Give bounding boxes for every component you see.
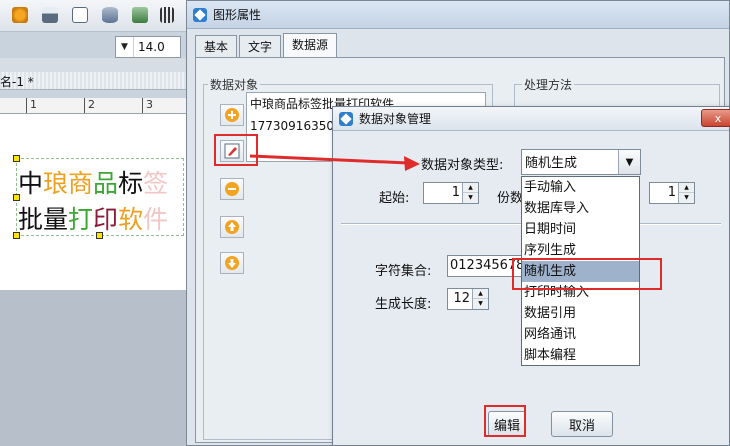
dropdown-option[interactable]: 网络通讯 <box>522 324 639 345</box>
label-text-line-1[interactable]: 中琅商品标签 <box>18 164 168 200</box>
ruler-number: 1 <box>30 98 37 111</box>
tab-basic[interactable]: 基本 <box>195 35 238 57</box>
spin-up-icon[interactable]: ▲ <box>473 289 488 299</box>
dialog-title: 图形属性 <box>213 8 262 22</box>
dropdown-option[interactable]: 数据引用 <box>522 303 639 324</box>
tab-text[interactable]: 文字 <box>239 35 282 57</box>
annotation-arrow <box>249 154 420 171</box>
start-label: 起始: <box>379 191 410 206</box>
db-settings-icon[interactable] <box>132 7 148 23</box>
label-char: 商 <box>68 169 94 198</box>
manager-titlebar[interactable]: 数据对象管理 x <box>333 107 730 131</box>
label-text-line-2[interactable]: 批量打印软件 <box>18 200 168 236</box>
dropdown-option[interactable]: 手动输入 <box>522 177 639 198</box>
length-label: 生成长度: <box>375 297 432 312</box>
start-value: 1 <box>451 185 460 200</box>
grid-icon[interactable] <box>160 7 174 23</box>
close-icon: x <box>714 111 722 125</box>
remove-button[interactable] <box>220 178 244 200</box>
cancel-button-label: 取消 <box>568 418 595 434</box>
move-down-button[interactable] <box>220 252 244 274</box>
toolbar-band <box>0 58 186 72</box>
resize-handle[interactable] <box>13 194 20 201</box>
spin-down-icon[interactable]: ▼ <box>473 299 488 309</box>
stepper-buttons[interactable]: ▲ ▼ <box>678 183 694 203</box>
minus-icon <box>225 182 239 196</box>
charset-label: 字符集合: <box>375 264 432 279</box>
dropdown-option[interactable]: 数据库导入 <box>522 198 639 219</box>
dropdown-option[interactable]: 脚本编程 <box>522 345 639 366</box>
arrow-up-icon <box>225 220 239 234</box>
type-label: 数据对象类型: <box>421 158 504 173</box>
highlight-edit-confirm <box>484 405 526 437</box>
stepper-buttons[interactable]: ▲ ▼ <box>472 289 488 309</box>
type-select[interactable]: 随机生成 ▼ <box>521 149 641 175</box>
label-char: 中 <box>18 169 44 198</box>
print-icon[interactable] <box>42 7 58 23</box>
label-char: 品 <box>93 169 119 198</box>
move-up-button[interactable] <box>220 216 244 238</box>
label-char: 量 <box>43 205 69 234</box>
canvas-background <box>0 290 186 446</box>
manager-title: 数据对象管理 <box>359 112 432 126</box>
app-icon <box>339 111 353 126</box>
arrow-down-icon <box>225 256 239 270</box>
plus-icon <box>225 108 239 122</box>
stepper-buttons[interactable]: ▲ ▼ <box>462 183 478 203</box>
ruler-number: 3 <box>146 98 153 111</box>
chevron-down-icon[interactable]: ▼ <box>116 37 134 57</box>
zoom-select[interactable]: ▼ 14.0 <box>115 36 181 58</box>
spin-up-icon[interactable]: ▲ <box>679 183 694 193</box>
spin-up-icon[interactable]: ▲ <box>463 183 478 193</box>
preview-icon[interactable] <box>72 7 88 23</box>
type-select-value: 随机生成 <box>525 156 578 171</box>
app-icon <box>193 7 207 22</box>
gear-icon[interactable] <box>12 7 28 23</box>
start-stepper[interactable]: 1 ▲ ▼ <box>423 182 479 204</box>
highlight-random-option <box>512 258 662 290</box>
copies-value: 1 <box>667 185 676 200</box>
ruler: 1 2 3 <box>0 98 186 114</box>
tab-datasource[interactable]: 数据源 <box>283 33 338 57</box>
ruler-mark <box>26 98 27 113</box>
spin-down-icon[interactable]: ▼ <box>463 193 478 203</box>
label-char: 打 <box>68 205 94 234</box>
dropdown-option[interactable]: 日期时间 <box>522 219 639 240</box>
cancel-button[interactable]: 取消 <box>551 411 613 437</box>
label-char: 签 <box>143 169 169 198</box>
data-object-label: 数据对象 <box>208 76 261 93</box>
resize-handle[interactable] <box>96 232 103 239</box>
label-char: 标 <box>118 169 144 198</box>
copies-label: 份数 <box>497 191 524 206</box>
resize-handle[interactable] <box>13 232 20 239</box>
spin-down-icon[interactable]: ▼ <box>679 193 694 203</box>
label-char: 琅 <box>43 169 69 198</box>
label-char: 印 <box>93 205 119 234</box>
zoom-value: 14.0 <box>138 40 165 54</box>
ruler-mark <box>142 98 143 113</box>
database-icon[interactable] <box>102 7 118 23</box>
dialog-titlebar[interactable]: 图形属性 <box>187 1 729 29</box>
ruler-mark <box>84 98 85 113</box>
document-tab[interactable]: 名-1 * <box>0 72 186 90</box>
ruler-number: 2 <box>88 98 95 111</box>
close-button[interactable]: x <box>701 109 730 127</box>
tab-bar: 基本 文字 数据源 <box>195 33 339 57</box>
length-stepper[interactable]: 12 ▲ ▼ <box>447 288 489 310</box>
length-value: 12 <box>453 291 470 306</box>
resize-handle[interactable] <box>13 155 20 162</box>
process-label: 处理方法 <box>522 76 575 93</box>
chevron-down-icon[interactable]: ▼ <box>618 150 640 174</box>
add-button[interactable] <box>220 104 244 126</box>
label-char: 批 <box>18 205 44 234</box>
label-char: 软 <box>118 205 144 234</box>
label-char: 件 <box>143 205 169 234</box>
copies-stepper[interactable]: 1 ▲ ▼ <box>649 182 695 204</box>
document-tab-label: 名-1 * <box>0 75 34 89</box>
